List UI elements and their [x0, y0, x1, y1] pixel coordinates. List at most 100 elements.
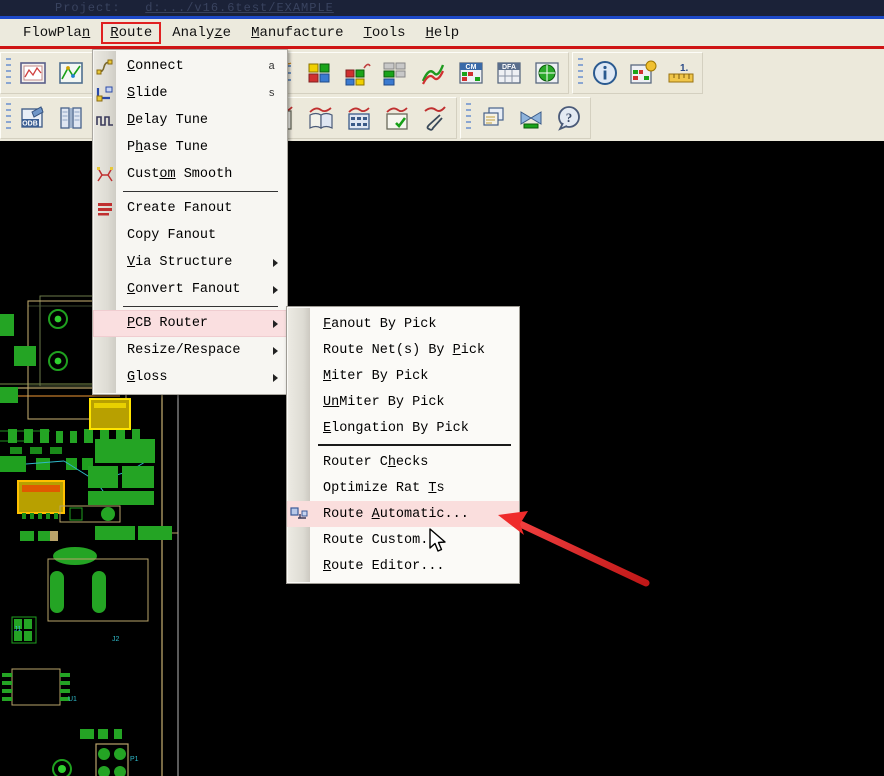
- net-view-icon[interactable]: [52, 54, 90, 92]
- toolbar-grip[interactable]: [466, 102, 471, 133]
- toolbar-group-layers: CM DFA: [248, 51, 569, 94]
- menu-item-connect-label: Connect: [127, 59, 184, 74]
- layers-stack-icon[interactable]: [376, 54, 414, 92]
- menu-item-create-fanout[interactable]: Create Fanout: [93, 195, 287, 222]
- menu-item-resize-respace[interactable]: Resize/Respace: [93, 337, 287, 364]
- route-dropdown-menu: Connect a Slide s Delay Tune Phase Tune …: [92, 49, 288, 395]
- constraint-manager-icon[interactable]: [624, 54, 662, 92]
- submenu-item-elongation-by-pick[interactable]: Elongation By Pick: [287, 415, 519, 441]
- pcb-highlighted-component-2: [17, 480, 65, 519]
- menu-tools-label: Tools: [363, 25, 406, 41]
- menu-help-label: Help: [425, 25, 460, 41]
- sim-library-icon[interactable]: [302, 99, 340, 137]
- submenu-item-route-automatic[interactable]: Route Automatic...: [287, 501, 519, 527]
- submenu-item-unmiter-by-pick[interactable]: UnMiter By Pick: [287, 389, 519, 415]
- menu-help[interactable]: Help: [417, 23, 469, 43]
- menu-item-phase-tune[interactable]: Phase Tune: [93, 134, 287, 161]
- color-layers-icon[interactable]: [300, 54, 338, 92]
- menu-flowplan-label: FlowPlan: [23, 25, 91, 41]
- submenu-arrow-icon: [273, 285, 278, 294]
- submenu-arrow-icon: [273, 346, 278, 355]
- menu-tools[interactable]: Tools: [354, 23, 414, 43]
- global-net-icon[interactable]: [414, 54, 452, 92]
- toolbar-grip[interactable]: [6, 57, 11, 88]
- submenu-item-fanout-by-pick-label: Fanout By Pick: [323, 316, 437, 332]
- submenu-item-fanout-by-pick[interactable]: Fanout By Pick: [287, 311, 519, 337]
- submenu-item-optimize-rat-ts-label: Optimize Rat Ts: [323, 480, 445, 496]
- submenu-item-miter-by-pick[interactable]: Miter By Pick: [287, 363, 519, 389]
- submenu-item-route-custom-label: Route Custom...: [323, 532, 445, 548]
- probe-icon[interactable]: [416, 99, 454, 137]
- create-fanout-icon: [95, 199, 115, 219]
- svg-text:1.: 1.: [680, 63, 689, 74]
- menu-item-connect-shortcut: a: [268, 60, 275, 73]
- submenu-item-unmiter-by-pick-label: UnMiter By Pick: [323, 394, 445, 410]
- custom-smooth-icon: [95, 165, 115, 185]
- menu-route[interactable]: Route: [101, 22, 162, 44]
- menu-item-slide[interactable]: Slide s: [93, 80, 287, 107]
- sim-check-icon[interactable]: [378, 99, 416, 137]
- menu-separator: [123, 191, 278, 192]
- menu-bar: FlowPlan Route Analyze Manufacture Tools…: [0, 19, 884, 47]
- submenu-item-route-nets-by-pick[interactable]: Route Net(s) By Pick: [287, 337, 519, 363]
- menu-item-custom-smooth[interactable]: Custom Smooth: [93, 161, 287, 188]
- mouse-cursor: [429, 528, 449, 561]
- menu-manufacture[interactable]: Manufacture: [242, 23, 352, 43]
- sim-model-icon[interactable]: [340, 99, 378, 137]
- title-bar: Project: d:.../v16.6test/EXAMPLE: [0, 0, 884, 16]
- submenu-item-route-editor-label: Route Editor...: [323, 558, 445, 574]
- menu-item-convert-fanout[interactable]: Convert Fanout: [93, 276, 287, 303]
- book-layers-icon[interactable]: [52, 99, 90, 137]
- menu-item-copy-fanout[interactable]: Copy Fanout: [93, 222, 287, 249]
- menu-item-slide-label: Slide: [127, 86, 168, 101]
- menu-item-gloss[interactable]: Gloss: [93, 364, 287, 391]
- menu-item-via-structure[interactable]: Via Structure: [93, 249, 287, 276]
- svg-text:J2: J2: [112, 636, 120, 643]
- menu-item-slide-shortcut: s: [268, 87, 275, 100]
- toolbar-grip[interactable]: [578, 57, 583, 88]
- cm-icon[interactable]: CM: [452, 54, 490, 92]
- menu-route-label: Route: [110, 25, 153, 41]
- toolbar-group-window: ?: [460, 96, 591, 139]
- submenu-item-elongation-by-pick-label: Elongation By Pick: [323, 420, 469, 436]
- slide-icon: [95, 84, 115, 104]
- svg-text:DFA: DFA: [502, 64, 516, 71]
- menu-item-phase-tune-label: Phase Tune: [127, 140, 209, 155]
- menu-flowplan[interactable]: FlowPlan: [14, 23, 99, 43]
- route-automatic-icon: [289, 504, 309, 524]
- svg-text:U1: U1: [68, 696, 77, 703]
- menu-item-delay-tune[interactable]: Delay Tune: [93, 107, 287, 134]
- submenu-item-router-checks[interactable]: Router Checks: [287, 449, 519, 475]
- ode-icon[interactable]: ODB: [14, 99, 52, 137]
- menu-separator: [123, 306, 278, 307]
- submenu-item-route-editor[interactable]: Route Editor...: [287, 553, 519, 579]
- delay-tune-icon: [95, 111, 115, 131]
- menu-item-convert-fanout-label: Convert Fanout: [127, 282, 241, 297]
- copy-windows-icon[interactable]: [474, 99, 512, 137]
- menu-item-resize-respace-label: Resize/Respace: [127, 343, 241, 358]
- measure-icon[interactable]: 1.: [662, 54, 700, 92]
- submenu-item-route-custom[interactable]: Route Custom...: [287, 527, 519, 553]
- ratsnest-icon[interactable]: [512, 99, 550, 137]
- pcb-router-submenu: Fanout By Pick Route Net(s) By Pick Mite…: [286, 306, 520, 584]
- dfa-icon[interactable]: DFA: [490, 54, 528, 92]
- menu-item-create-fanout-label: Create Fanout: [127, 201, 233, 216]
- submenu-item-optimize-rat-ts[interactable]: Optimize Rat Ts: [287, 475, 519, 501]
- menu-analyze-label: Analyze: [172, 25, 232, 41]
- constraint-set-icon[interactable]: [338, 54, 376, 92]
- svg-text:CM: CM: [466, 64, 477, 71]
- menu-item-connect[interactable]: Connect a: [93, 53, 287, 80]
- submenu-item-route-automatic-label: Route Automatic...: [323, 506, 469, 522]
- info-icon[interactable]: [586, 54, 624, 92]
- submenu-item-router-checks-label: Router Checks: [323, 454, 429, 470]
- toolbar-grip[interactable]: [6, 102, 11, 133]
- application-window: Project: d:.../v16.6test/EXAMPLE FlowPla…: [0, 0, 884, 776]
- submenu-arrow-icon: [273, 373, 278, 382]
- title-path: d:.../v16.6test/EXAMPLE: [145, 1, 334, 15]
- svg-text:?: ?: [566, 110, 573, 125]
- grid-window-icon[interactable]: [14, 54, 52, 92]
- world-grid-icon[interactable]: [528, 54, 566, 92]
- menu-item-pcb-router[interactable]: PCB Router: [93, 310, 287, 337]
- menu-analyze[interactable]: Analyze: [163, 23, 240, 43]
- help-icon[interactable]: ?: [550, 99, 588, 137]
